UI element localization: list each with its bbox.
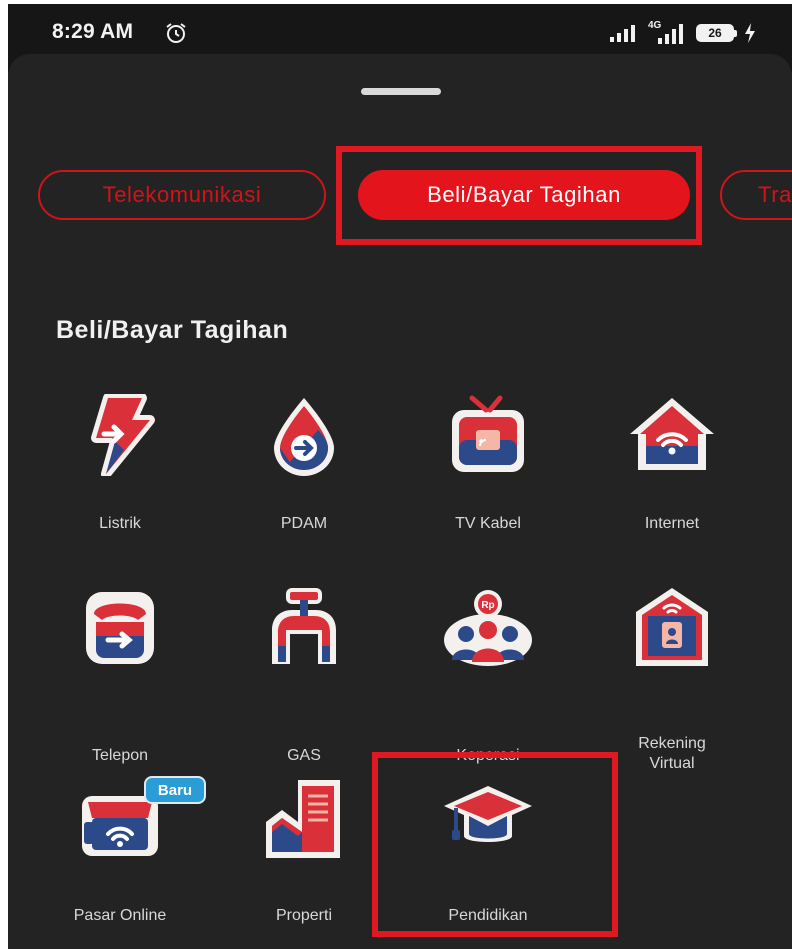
item-pdam[interactable]: PDAM bbox=[216, 394, 392, 544]
item-gas[interactable]: GAS bbox=[216, 586, 392, 764]
tab-label: Beli/Bayar Tagihan bbox=[427, 182, 621, 207]
section-title: Beli/Bayar Tagihan bbox=[56, 316, 289, 344]
new-badge: Baru bbox=[144, 776, 206, 804]
item-tv-kabel[interactable]: TV Kabel bbox=[400, 394, 576, 544]
tab-label: Tra bbox=[758, 182, 792, 207]
item-rekening-virtual[interactable]: Rekening Virtual bbox=[584, 586, 760, 772]
item-label: Listrik bbox=[99, 515, 141, 532]
status-icons: 4G 26 bbox=[610, 20, 756, 46]
tab-telekomunikasi[interactable]: Telekomunikasi bbox=[38, 170, 326, 220]
tv-icon bbox=[452, 395, 524, 472]
education-icon bbox=[444, 786, 532, 842]
tab-label: Telekomunikasi bbox=[102, 182, 262, 207]
item-label: Telepon bbox=[91, 747, 149, 764]
item-pasar-online[interactable]: Baru Pasar Online bbox=[32, 776, 208, 928]
item-label: TV Kabel bbox=[455, 515, 521, 532]
virtual-account-icon bbox=[636, 588, 708, 666]
item-properti[interactable]: Properti bbox=[216, 778, 392, 928]
item-label-line1: Rekening bbox=[638, 735, 706, 752]
item-label-line2: Virtual bbox=[649, 755, 695, 772]
category-sheet: Telekomunikasi Beli/Bayar Tagihan Tra Be… bbox=[8, 54, 792, 949]
item-label-rekening: Rekening Virtual bbox=[584, 734, 760, 774]
item-pendidikan[interactable]: Pendidikan bbox=[400, 778, 576, 928]
sheet-drag-handle[interactable] bbox=[361, 88, 441, 95]
alarm-icon bbox=[166, 23, 186, 43]
item-koperasi[interactable]: Rp Koperasi bbox=[400, 586, 576, 764]
phone-icon bbox=[86, 592, 154, 664]
item-label: Koperasi bbox=[456, 747, 520, 764]
svg-text:Rp: Rp bbox=[481, 600, 494, 611]
item-label: Pasar Online bbox=[73, 907, 167, 924]
item-listrik[interactable]: Listrik bbox=[32, 394, 208, 544]
item-label: GAS bbox=[287, 747, 321, 764]
signal-4g-icon: 4G bbox=[648, 20, 686, 44]
cooperative-icon: Rp bbox=[444, 590, 532, 666]
tab-transaksi[interactable]: Tra bbox=[720, 170, 792, 220]
item-label: Pendidikan bbox=[448, 907, 528, 924]
electricity-icon bbox=[91, 394, 155, 476]
gas-icon bbox=[272, 588, 336, 664]
charging-icon bbox=[745, 23, 755, 43]
property-icon bbox=[266, 780, 340, 858]
item-internet[interactable]: Internet bbox=[584, 394, 760, 544]
status-time: 8:29 AM bbox=[52, 20, 134, 43]
signal-icon bbox=[610, 25, 635, 42]
item-label: PDAM bbox=[280, 515, 328, 532]
internet-icon bbox=[630, 398, 714, 470]
item-label: Properti bbox=[275, 907, 333, 924]
water-icon bbox=[274, 398, 334, 476]
battery-icon: 26 bbox=[696, 24, 737, 42]
item-telepon[interactable]: Telepon bbox=[32, 586, 208, 764]
app-screen: 8:29 AM 4G 26 Telekomunikasi Beli/Bayar … bbox=[8, 4, 792, 949]
item-label: Internet bbox=[644, 515, 700, 532]
battery-level: 26 bbox=[708, 26, 722, 40]
tab-beli-bayar-tagihan[interactable]: Beli/Bayar Tagihan bbox=[358, 170, 690, 220]
